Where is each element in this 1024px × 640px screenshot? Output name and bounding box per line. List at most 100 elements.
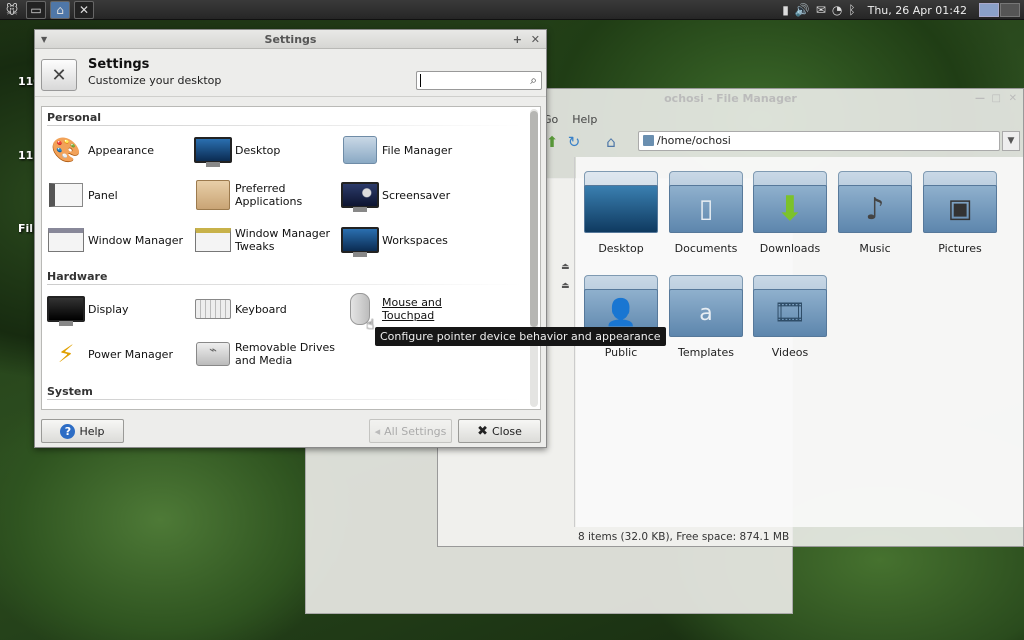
item-window-manager-tweaks[interactable]: Window Manager Tweaks — [194, 222, 335, 258]
folder-desktop[interactable]: Desktop — [579, 171, 663, 255]
folder-label: Templates — [678, 346, 734, 359]
stick-icon[interactable]: + — [513, 30, 522, 49]
volume-icon[interactable]: 🔊 — [795, 3, 810, 17]
close-icon[interactable]: ✕ — [531, 30, 540, 49]
help-icon: ? — [60, 423, 76, 439]
search-icon[interactable]: ⌕ — [530, 73, 537, 88]
item-preferred-applications[interactable]: Preferred Applications — [194, 177, 335, 213]
home-icon[interactable]: ⌂ — [600, 131, 622, 153]
all-settings-label: All Settings — [384, 424, 447, 438]
item-label: Display — [88, 302, 129, 316]
preferred-applications-icon — [194, 177, 232, 213]
clock[interactable]: Thu, 26 Apr 01:42 — [868, 4, 967, 17]
settings-list: Personal 🎨 Appearance Desktop File Manag… — [41, 106, 541, 410]
keyboard-icon — [194, 291, 232, 327]
pictures-folder-icon: ▣ — [923, 171, 997, 233]
scrollbar[interactable] — [530, 109, 538, 407]
bluetooth-icon[interactable]: ᛒ — [848, 3, 855, 17]
folder-public[interactable]: 👤 Public — [579, 275, 663, 359]
hand-cursor-icon: ☝ — [366, 317, 375, 333]
help-button[interactable]: ? Help — [41, 419, 124, 443]
category-divider — [47, 284, 522, 285]
videos-folder-icon: 🎞 — [753, 275, 827, 337]
eject-icon[interactable]: ⏏ — [561, 262, 570, 272]
category-hardware: Hardware — [47, 270, 108, 283]
removable-drives-icon: ⌁ — [194, 336, 232, 372]
category-divider — [47, 399, 522, 400]
workspace-2[interactable] — [1000, 3, 1020, 17]
category-divider — [47, 125, 522, 126]
menu-help[interactable]: Help — [572, 113, 597, 126]
header-title: Settings — [88, 57, 150, 72]
folder-label: Public — [604, 346, 638, 359]
location-bar[interactable]: /home/ochosi — [638, 131, 1000, 151]
search-field[interactable]: ⌕ — [416, 71, 542, 90]
workspace-pager[interactable] — [979, 3, 1020, 17]
close-button[interactable]: ✖ Close — [458, 419, 541, 443]
panel-icon — [47, 177, 85, 213]
scrollbar-thumb[interactable] — [530, 111, 538, 327]
maximize-icon[interactable]: □ — [992, 89, 1001, 109]
item-label: File Manager — [382, 143, 453, 157]
folder-pictures[interactable]: ▣ Pictures — [918, 171, 1002, 255]
item-panel[interactable]: Panel — [47, 177, 188, 213]
wifi-icon[interactable]: ◔ — [832, 3, 842, 17]
item-label: Screensaver — [382, 188, 451, 202]
item-appearance[interactable]: 🎨 Appearance — [47, 132, 188, 168]
documents-folder-icon: ▯ — [669, 171, 743, 233]
item-label: Workspaces — [382, 233, 448, 247]
item-workspaces[interactable]: Workspaces — [341, 222, 482, 258]
folder-music[interactable]: ♪ Music — [833, 171, 917, 255]
system-tray: ▮ 🔊 ✉ ◔ ᛒ Thu, 26 Apr 01:42 — [782, 0, 1020, 20]
folder-videos[interactable]: 🎞 Videos — [748, 275, 832, 359]
settings-icon[interactable]: ✕ — [74, 0, 94, 19]
folder-templates[interactable]: a Templates — [664, 275, 748, 359]
folder-label: Downloads — [759, 242, 821, 255]
item-desktop[interactable]: Desktop — [194, 132, 335, 168]
window-menu-icon[interactable]: ▼ — [41, 30, 47, 49]
settings-titlebar[interactable]: ▼ Settings + ✕ — [35, 30, 546, 49]
item-keyboard[interactable]: Keyboard — [194, 291, 335, 327]
terminal-icon[interactable]: ▭ — [26, 0, 46, 19]
item-file-manager[interactable]: File Manager — [341, 132, 482, 168]
item-display[interactable]: Display — [47, 291, 188, 327]
location-path: /home/ochosi — [657, 134, 731, 147]
item-label: Power Manager — [88, 347, 173, 361]
folder-downloads[interactable]: ⬇ Downloads — [748, 171, 832, 255]
app-menu-icon[interactable]: 🐭 — [2, 1, 22, 19]
file-manager-title: ochosi - File Manager — [664, 92, 797, 105]
all-settings-button[interactable]: ◂ All Settings — [369, 419, 452, 443]
item-removable-drives[interactable]: ⌁ Removable Drives and Media — [194, 336, 335, 372]
tooltip: Configure pointer device behavior and ap… — [375, 327, 666, 346]
reload-icon[interactable]: ↻ — [563, 131, 585, 153]
window-manager-icon — [47, 222, 85, 258]
appearance-icon: 🎨 — [51, 136, 81, 164]
status-bar: 8 items (32.0 KB), Free space: 874.1 MB — [578, 531, 790, 543]
text-caret — [420, 74, 421, 87]
battery-icon[interactable]: ▮ — [782, 3, 789, 17]
eject-icon[interactable]: ⏏ — [561, 281, 570, 291]
minimize-icon[interactable]: — — [975, 89, 985, 109]
close-icon[interactable]: ✕ — [1009, 89, 1017, 109]
folder-documents[interactable]: ▯ Documents — [664, 171, 748, 255]
item-screensaver[interactable]: Screensaver — [341, 177, 482, 213]
item-label: Removable Drives and Media — [235, 341, 335, 367]
desktop-icon-label[interactable]: Fil — [18, 222, 33, 235]
item-mouse-and-touchpad[interactable]: Mouse and Touchpad — [341, 291, 482, 327]
home-folder-icon[interactable]: ⌂ — [50, 0, 70, 19]
desktop-icon — [194, 132, 232, 168]
item-label: Appearance — [88, 143, 155, 157]
workspace-1[interactable] — [979, 3, 999, 17]
templates-folder-icon: a — [669, 275, 743, 337]
item-power-manager[interactable]: ⚡ Power Manager — [47, 336, 188, 372]
item-window-manager[interactable]: Window Manager — [47, 222, 188, 258]
close-label: Close — [491, 424, 522, 438]
desktop-folder-icon — [584, 171, 658, 233]
mail-icon[interactable]: ✉ — [816, 3, 826, 17]
search-input[interactable] — [417, 72, 522, 89]
folder-label: Desktop — [598, 242, 644, 255]
settings-window: ▼ Settings + ✕ ✕ Settings Customize your… — [34, 29, 547, 448]
file-manager-icon — [341, 132, 379, 168]
item-label: Desktop — [235, 143, 281, 157]
location-dropdown[interactable]: ▼ — [1002, 131, 1020, 151]
